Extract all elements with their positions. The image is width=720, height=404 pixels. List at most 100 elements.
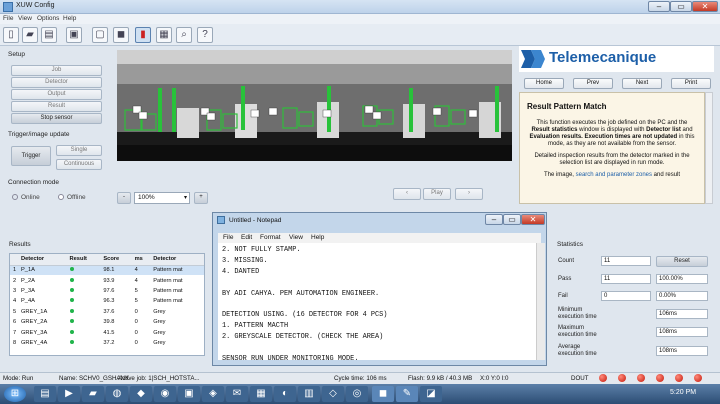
menu-options[interactable]: Options bbox=[37, 15, 59, 22]
zoom-out-button[interactable]: - bbox=[117, 192, 131, 204]
next-frame-button[interactable]: › bbox=[455, 188, 483, 200]
menu-help[interactable]: Help bbox=[63, 15, 76, 22]
taskbar-app11-icon[interactable]: ◪ bbox=[420, 386, 442, 402]
col-result[interactable]: Result bbox=[66, 254, 101, 266]
notepad-scrollbar[interactable] bbox=[536, 243, 545, 360]
col-detector-type[interactable]: Detector bbox=[150, 254, 204, 266]
help-icon[interactable]: ? bbox=[197, 27, 213, 43]
minimize-button[interactable]: – bbox=[648, 1, 670, 12]
taskbar-app9-icon[interactable]: ◇ bbox=[322, 386, 344, 402]
taskbar-app2-icon[interactable]: ◉ bbox=[154, 386, 176, 402]
next-button[interactable]: Next bbox=[622, 78, 662, 89]
stop-sensor-button[interactable]: Stop sensor bbox=[11, 113, 102, 124]
start-button[interactable]: ⊞ bbox=[4, 386, 26, 402]
result-button[interactable]: Result bbox=[11, 101, 102, 112]
menu-file[interactable]: File bbox=[3, 15, 13, 22]
notepad-close-button[interactable]: ✕ bbox=[521, 214, 545, 225]
pass-indicator bbox=[69, 308, 74, 313]
taskbar-explorer-icon[interactable]: ▤ bbox=[34, 386, 56, 402]
notepad-menu-edit[interactable]: Edit bbox=[241, 234, 252, 241]
continuous-button[interactable]: Continuous bbox=[56, 159, 102, 170]
col-ms[interactable]: ms bbox=[131, 254, 151, 266]
new-icon[interactable]: ▯ bbox=[3, 27, 19, 43]
taskbar-app-icon[interactable]: ◆ bbox=[130, 386, 152, 402]
notepad-menu-help[interactable]: Help bbox=[311, 234, 324, 241]
table-row[interactable]: 8 GREY_4A 37.2 0 Grey bbox=[10, 338, 204, 348]
notepad-minimize-button[interactable]: – bbox=[485, 214, 503, 225]
table-row[interactable]: 7 GREY_3A 41.5 0 Grey bbox=[10, 327, 204, 337]
online-radio[interactable] bbox=[12, 194, 18, 200]
play-button[interactable]: Play bbox=[423, 188, 451, 200]
trigger-button[interactable]: Trigger bbox=[11, 146, 51, 166]
setup-label: Setup bbox=[8, 51, 25, 58]
maximize-button[interactable]: ▭ bbox=[670, 1, 692, 12]
offline-radio[interactable] bbox=[58, 194, 64, 200]
save-icon[interactable]: ▤ bbox=[41, 27, 57, 43]
notepad-menu-format[interactable]: Format bbox=[260, 234, 281, 241]
taskbar-xuw-icon[interactable]: ◼ bbox=[372, 386, 394, 402]
table-row[interactable]: 3 P_3A 97.6 5 Pattern mat bbox=[10, 286, 204, 296]
detector-button[interactable]: Detector bbox=[11, 77, 102, 88]
help-panel: Result Pattern Match This function execu… bbox=[519, 92, 705, 204]
notepad-menu-view[interactable]: View bbox=[289, 234, 303, 241]
taskbar-app3-icon[interactable]: ▣ bbox=[178, 386, 200, 402]
dout-led-1 bbox=[599, 374, 607, 382]
pass-indicator bbox=[69, 287, 74, 292]
taskbar-app5-icon[interactable]: ✉ bbox=[226, 386, 248, 402]
zoom-icon[interactable]: ⌕ bbox=[176, 27, 192, 43]
page-icon[interactable]: ▢ bbox=[92, 27, 108, 43]
close-button[interactable]: ✕ bbox=[692, 1, 718, 12]
table-row[interactable]: 6 GREY_2A 39.8 0 Grey bbox=[10, 317, 204, 327]
taskbar-media-icon[interactable]: ▶ bbox=[58, 386, 80, 402]
taskbar-app10-icon[interactable]: ◎ bbox=[346, 386, 368, 402]
camera-icon[interactable]: ◼ bbox=[113, 27, 129, 43]
table-row[interactable]: 5 GREY_1A 37.6 0 Grey bbox=[10, 307, 204, 317]
zoom-select[interactable]: 100% ▾ bbox=[134, 192, 190, 204]
help-scrollbar[interactable] bbox=[705, 92, 713, 204]
prev-frame-button[interactable]: ‹ bbox=[393, 188, 421, 200]
col-score[interactable]: Score bbox=[100, 254, 132, 266]
notepad-menu-file[interactable]: File bbox=[223, 234, 233, 241]
fail-field: 0 bbox=[601, 291, 651, 301]
table-row[interactable]: 4 P_4A 96.3 5 Pattern mat bbox=[10, 296, 204, 306]
notepad-icon bbox=[217, 216, 225, 224]
table-row[interactable]: 1 P_1A 98.1 4 Pattern mat bbox=[10, 265, 204, 276]
taskbar-app4-icon[interactable]: ◈ bbox=[202, 386, 224, 402]
pass-label: Pass bbox=[558, 276, 572, 282]
table-row[interactable]: 2 P_2A 93.9 4 Pattern mat bbox=[10, 275, 204, 285]
home-button[interactable]: Home bbox=[524, 78, 564, 89]
taskbar-browser-icon[interactable]: ◍ bbox=[106, 386, 128, 402]
job-button[interactable]: Job bbox=[11, 65, 102, 76]
taskbar-app8-icon[interactable]: ▥ bbox=[298, 386, 320, 402]
pass-indicator bbox=[69, 277, 74, 282]
col-detector[interactable]: Detector bbox=[18, 254, 67, 266]
help-link[interactable]: search and parameter zones bbox=[576, 172, 652, 178]
run-icon[interactable]: ▮ bbox=[135, 27, 151, 43]
prev-button[interactable]: Prev bbox=[573, 78, 613, 89]
reset-button[interactable]: Reset bbox=[656, 256, 708, 267]
notepad-title-bar[interactable]: Untitled - Notepad – ▭ ✕ bbox=[213, 213, 546, 226]
taskbar-folder-icon[interactable]: ▰ bbox=[82, 386, 104, 402]
brand-mark-icon bbox=[521, 50, 545, 68]
notepad-maximize-button[interactable]: ▭ bbox=[503, 214, 521, 225]
notepad-text-area[interactable]: 2. NOT FULLY STAMP. 3. MISSING. 4. DANTE… bbox=[218, 243, 536, 360]
print-button[interactable]: Print bbox=[671, 78, 711, 89]
output-button[interactable]: Output bbox=[11, 89, 102, 100]
single-button[interactable]: Single bbox=[56, 145, 102, 156]
notepad-window[interactable]: Untitled - Notepad – ▭ ✕ File Edit Forma… bbox=[212, 212, 547, 366]
offline-label: Offline bbox=[67, 194, 86, 201]
camera-view[interactable] bbox=[117, 50, 512, 161]
brand-name: Telemecanique bbox=[549, 49, 657, 66]
open-icon[interactable]: ▰ bbox=[22, 27, 38, 43]
taskbar-notepad-icon[interactable]: ✎ bbox=[396, 386, 418, 402]
menu-view[interactable]: View bbox=[18, 15, 32, 22]
taskbar-app7-icon[interactable]: ◐ bbox=[274, 386, 296, 402]
zoom-in-button[interactable]: + bbox=[194, 192, 208, 204]
toolbar: ▯ ▰ ▤ ▣ ▢ ◼ ▮ ▦ ⌕ ? bbox=[0, 24, 720, 46]
image-icon[interactable]: ▦ bbox=[156, 27, 172, 43]
notepad-menu-bar: File Edit Format View Help bbox=[218, 233, 541, 243]
dout-led-3 bbox=[637, 374, 645, 382]
taskbar-app6-icon[interactable]: ▦ bbox=[250, 386, 272, 402]
pass-indicator bbox=[69, 339, 74, 344]
sensor-icon[interactable]: ▣ bbox=[66, 27, 82, 43]
